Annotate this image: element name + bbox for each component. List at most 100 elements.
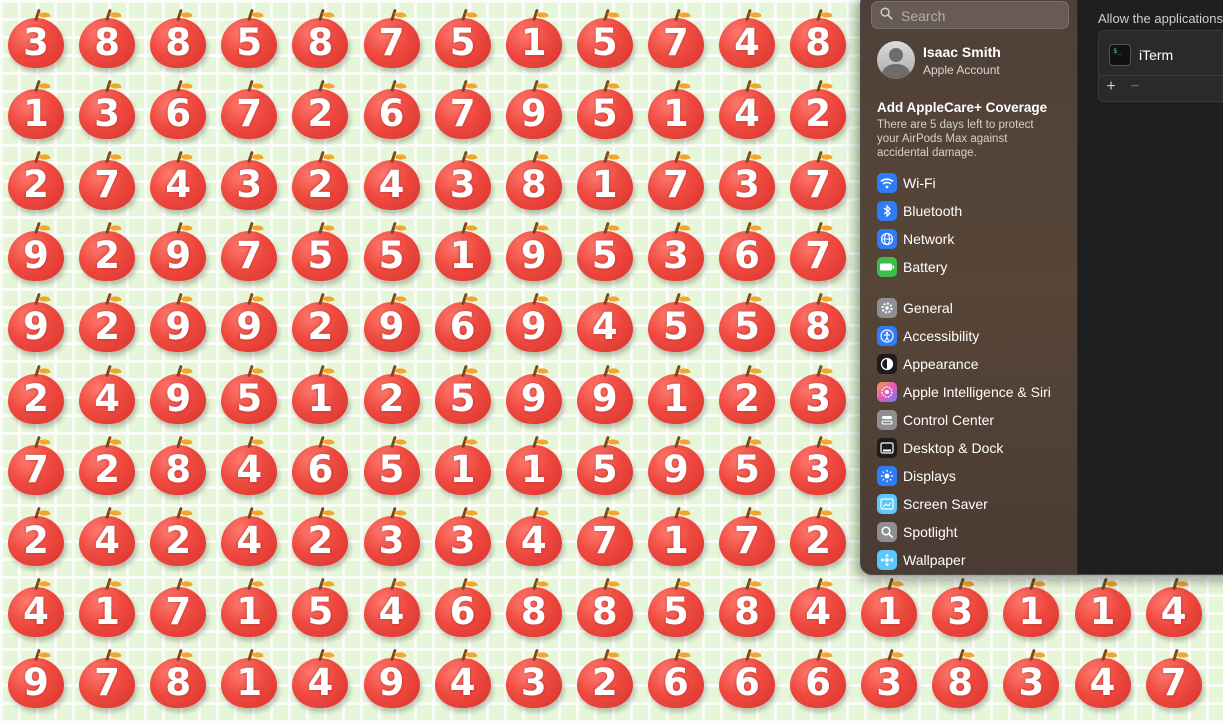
apple-tile[interactable]: 2 [6, 506, 66, 568]
apple-tile[interactable]: 3 [362, 506, 422, 568]
apple-tile[interactable]: 6 [433, 292, 493, 354]
apple-tile[interactable]: 5 [362, 221, 422, 283]
apple-tile[interactable]: 3 [433, 150, 493, 212]
apple-tile[interactable]: 9 [504, 79, 564, 141]
search-field[interactable] [871, 1, 1069, 29]
apple-tile[interactable]: 7 [1144, 648, 1204, 710]
apple-tile[interactable]: 4 [219, 506, 279, 568]
apple-tile[interactable]: 9 [362, 648, 422, 710]
apple-tile[interactable]: 2 [77, 221, 137, 283]
apple-tile[interactable]: 1 [575, 150, 635, 212]
applecare-promo[interactable]: Add AppleCare+ Coverage There are 5 days… [877, 100, 1057, 160]
sidebar-item-wi-fi[interactable]: Wi-Fi [877, 170, 1067, 198]
apple-tile[interactable]: 1 [646, 364, 706, 426]
apple-tile[interactable]: 8 [77, 8, 137, 70]
apple-tile[interactable]: 7 [219, 221, 279, 283]
apple-tile[interactable]: 9 [504, 364, 564, 426]
apple-tile[interactable]: 8 [717, 577, 777, 639]
apple-tile[interactable]: 8 [148, 8, 208, 70]
apple-tile[interactable]: 8 [788, 292, 848, 354]
apple-tile[interactable]: 5 [433, 364, 493, 426]
apple-tile[interactable]: 2 [290, 150, 350, 212]
apple-tile[interactable]: 3 [788, 435, 848, 497]
apple-tile[interactable]: 8 [930, 648, 990, 710]
sidebar-item-wallpaper[interactable]: Wallpaper [877, 547, 1067, 574]
apple-tile[interactable]: 1 [433, 435, 493, 497]
apple-tile[interactable]: 3 [6, 8, 66, 70]
apple-tile[interactable]: 7 [717, 506, 777, 568]
apple-tile[interactable]: 9 [646, 435, 706, 497]
apple-tile[interactable]: 7 [77, 150, 137, 212]
apple-tile[interactable]: 2 [717, 364, 777, 426]
apple-tile[interactable]: 4 [1073, 648, 1133, 710]
apple-tile[interactable]: 4 [362, 577, 422, 639]
apple-tile[interactable]: 1 [6, 79, 66, 141]
apple-tile[interactable]: 5 [219, 364, 279, 426]
apple-tile[interactable]: 7 [362, 8, 422, 70]
apple-tile[interactable]: 5 [717, 435, 777, 497]
apple-tile[interactable]: 5 [575, 435, 635, 497]
apple-tile[interactable]: 1 [77, 577, 137, 639]
apple-tile[interactable]: 9 [6, 292, 66, 354]
apple-tile[interactable]: 2 [290, 506, 350, 568]
apple-tile[interactable]: 7 [433, 79, 493, 141]
sidebar-item-network[interactable]: Network [877, 226, 1067, 254]
apple-tile[interactable]: 2 [290, 292, 350, 354]
apple-tile[interactable]: 2 [290, 79, 350, 141]
apple-tile[interactable]: 3 [930, 577, 990, 639]
sidebar-item-accessibility[interactable]: Accessibility [877, 323, 1067, 351]
search-input[interactable] [899, 4, 1063, 28]
sidebar-item-control-center[interactable]: Control Center [877, 407, 1067, 435]
apple-tile[interactable]: 4 [219, 435, 279, 497]
apple-tile[interactable]: 4 [717, 8, 777, 70]
apple-tile[interactable]: 2 [575, 648, 635, 710]
apple-tile[interactable]: 9 [6, 648, 66, 710]
apple-tile[interactable]: 5 [219, 8, 279, 70]
apple-tile[interactable]: 3 [77, 79, 137, 141]
add-app-button[interactable]: + [1101, 77, 1121, 97]
apple-tile[interactable]: 5 [646, 292, 706, 354]
apple-tile[interactable]: 5 [646, 577, 706, 639]
apple-tile[interactable]: 3 [646, 221, 706, 283]
apple-tile[interactable]: 4 [148, 150, 208, 212]
apple-tile[interactable]: 4 [504, 506, 564, 568]
apple-tile[interactable]: 8 [575, 577, 635, 639]
apple-tile[interactable]: 9 [362, 292, 422, 354]
sidebar-item-screen-saver[interactable]: Screen Saver [877, 491, 1067, 519]
apple-account-item[interactable]: Isaac Smith Apple Account [877, 41, 1067, 83]
apple-tile[interactable]: 2 [6, 150, 66, 212]
apple-tile[interactable]: 6 [290, 435, 350, 497]
apple-tile[interactable]: 1 [1073, 577, 1133, 639]
sidebar-item-desktop-dock[interactable]: Desktop & Dock [877, 435, 1067, 463]
apple-tile[interactable]: 8 [290, 8, 350, 70]
apple-tile[interactable]: 3 [717, 150, 777, 212]
apple-tile[interactable]: 3 [433, 506, 493, 568]
apple-tile[interactable]: 6 [646, 648, 706, 710]
apple-tile[interactable]: 5 [575, 221, 635, 283]
apple-tile[interactable]: 1 [859, 577, 919, 639]
sidebar-item-general[interactable]: General [877, 295, 1067, 323]
apple-tile[interactable]: 6 [362, 79, 422, 141]
apple-tile[interactable]: 3 [1001, 648, 1061, 710]
apple-tile[interactable]: 6 [148, 79, 208, 141]
apple-tile[interactable]: 6 [717, 221, 777, 283]
apple-tile[interactable]: 4 [77, 506, 137, 568]
sidebar-item-displays[interactable]: Displays [877, 463, 1067, 491]
apple-tile[interactable]: 5 [575, 8, 635, 70]
apple-tile[interactable]: 3 [788, 364, 848, 426]
apple-tile[interactable]: 1 [1001, 577, 1061, 639]
apple-tile[interactable]: 2 [77, 435, 137, 497]
apple-tile[interactable]: 2 [148, 506, 208, 568]
sidebar-item-appearance[interactable]: Appearance [877, 351, 1067, 379]
apple-tile[interactable]: 9 [504, 292, 564, 354]
apple-tile[interactable]: 1 [219, 577, 279, 639]
apple-tile[interactable]: 3 [859, 648, 919, 710]
apple-tile[interactable]: 7 [219, 79, 279, 141]
apple-tile[interactable]: 2 [6, 364, 66, 426]
apple-tile[interactable]: 2 [77, 292, 137, 354]
apple-tile[interactable]: 6 [433, 577, 493, 639]
apple-tile[interactable]: 5 [290, 577, 350, 639]
remove-app-button[interactable]: − [1125, 77, 1145, 97]
apple-tile[interactable]: 1 [290, 364, 350, 426]
sidebar-item-spotlight[interactable]: Spotlight [877, 519, 1067, 547]
